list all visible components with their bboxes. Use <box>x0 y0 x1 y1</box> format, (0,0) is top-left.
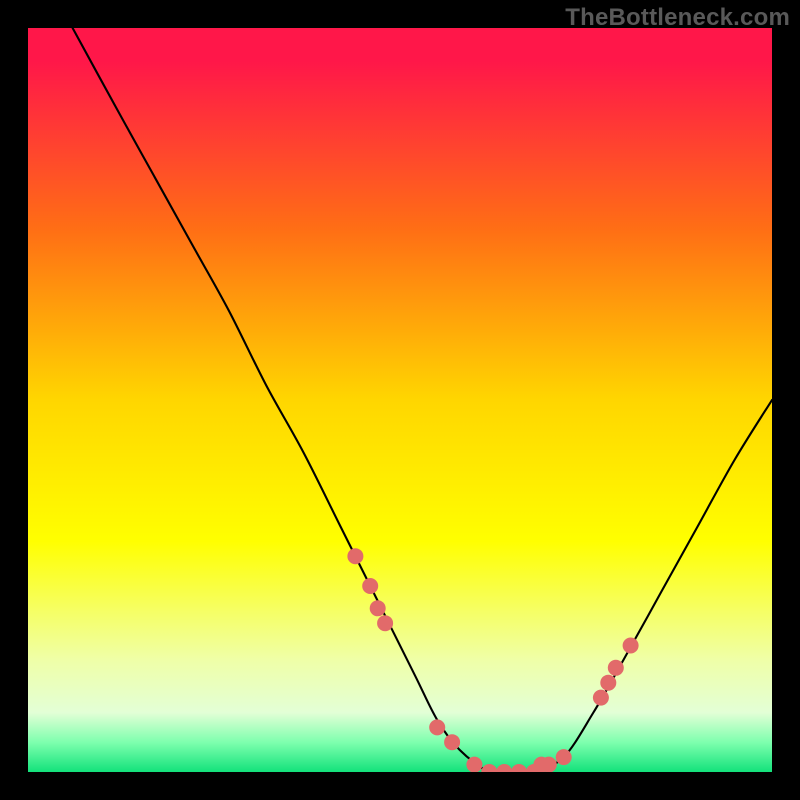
highlight-dot <box>370 600 386 616</box>
highlight-dot <box>556 749 572 765</box>
highlight-dot <box>608 660 624 676</box>
highlight-dot <box>496 764 512 772</box>
highlight-dot <box>481 764 497 772</box>
highlight-dot <box>466 757 482 772</box>
highlight-dot <box>541 757 557 772</box>
highlight-dot <box>600 675 616 691</box>
highlight-dot <box>511 764 527 772</box>
highlight-dot <box>347 548 363 564</box>
highlight-dot <box>444 734 460 750</box>
highlight-dot <box>593 690 609 706</box>
highlight-dot <box>429 719 445 735</box>
highlight-dot <box>362 578 378 594</box>
bottleneck-curve-path <box>73 28 772 772</box>
highlight-dot <box>623 638 639 654</box>
highlight-dot <box>377 615 393 631</box>
plot-area <box>28 28 772 772</box>
chart-frame: TheBottleneck.com <box>0 0 800 800</box>
curve-svg <box>28 28 772 772</box>
highlight-dots-group <box>347 548 638 772</box>
watermark-text: TheBottleneck.com <box>565 4 790 32</box>
